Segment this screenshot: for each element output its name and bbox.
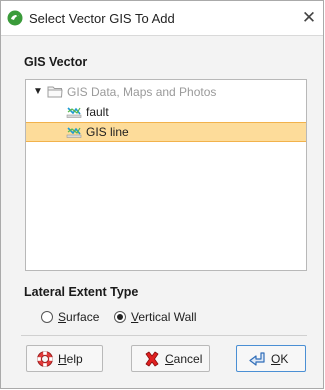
enter-arrow-icon [248,350,268,371]
window-title: Select Vector GIS To Add [29,11,175,26]
tree-item-fault[interactable]: fault [26,102,306,122]
help-button-label: Help [58,352,83,366]
leapfrog-app-icon [7,10,23,26]
red-x-cancel-icon [143,350,161,371]
ok-button[interactable]: OK [236,345,306,372]
lifebuoy-help-icon [36,350,54,371]
tree-item-gis-data-root[interactable]: ▼ GIS Data, Maps and Photos [26,82,306,102]
surface-radio-label[interactable]: Surface [58,310,99,324]
cancel-button[interactable]: Cancel [131,345,210,372]
button-separator [21,335,307,336]
tree-item-label: fault [86,105,109,119]
expander-down-icon[interactable]: ▼ [33,82,43,102]
ok-button-label: OK [271,352,289,366]
tree-item-label: GIS line [86,125,129,139]
help-button[interactable]: Help [26,345,103,372]
tree-item-gis-line-selected[interactable]: GIS line [26,122,306,142]
gis-vector-tree[interactable]: ▼ GIS Data, Maps and Photos fault GIS li… [25,79,307,271]
vertical-wall-radio-label[interactable]: Vertical Wall [131,310,197,324]
surface-radio[interactable] [41,311,53,323]
gis-vector-label: GIS Vector [24,55,88,69]
close-icon[interactable]: ✕ [297,7,321,29]
select-vector-gis-dialog: Select Vector GIS To Add ✕ GIS Vector ▼ … [0,0,324,389]
tree-item-label: GIS Data, Maps and Photos [67,85,217,99]
title-bar[interactable]: Select Vector GIS To Add ✕ [1,1,323,36]
vertical-wall-radio[interactable] [114,311,126,323]
lateral-extent-type-label: Lateral Extent Type [24,285,139,299]
gis-polyline-icon [66,124,82,145]
cancel-button-label: Cancel [165,352,203,366]
